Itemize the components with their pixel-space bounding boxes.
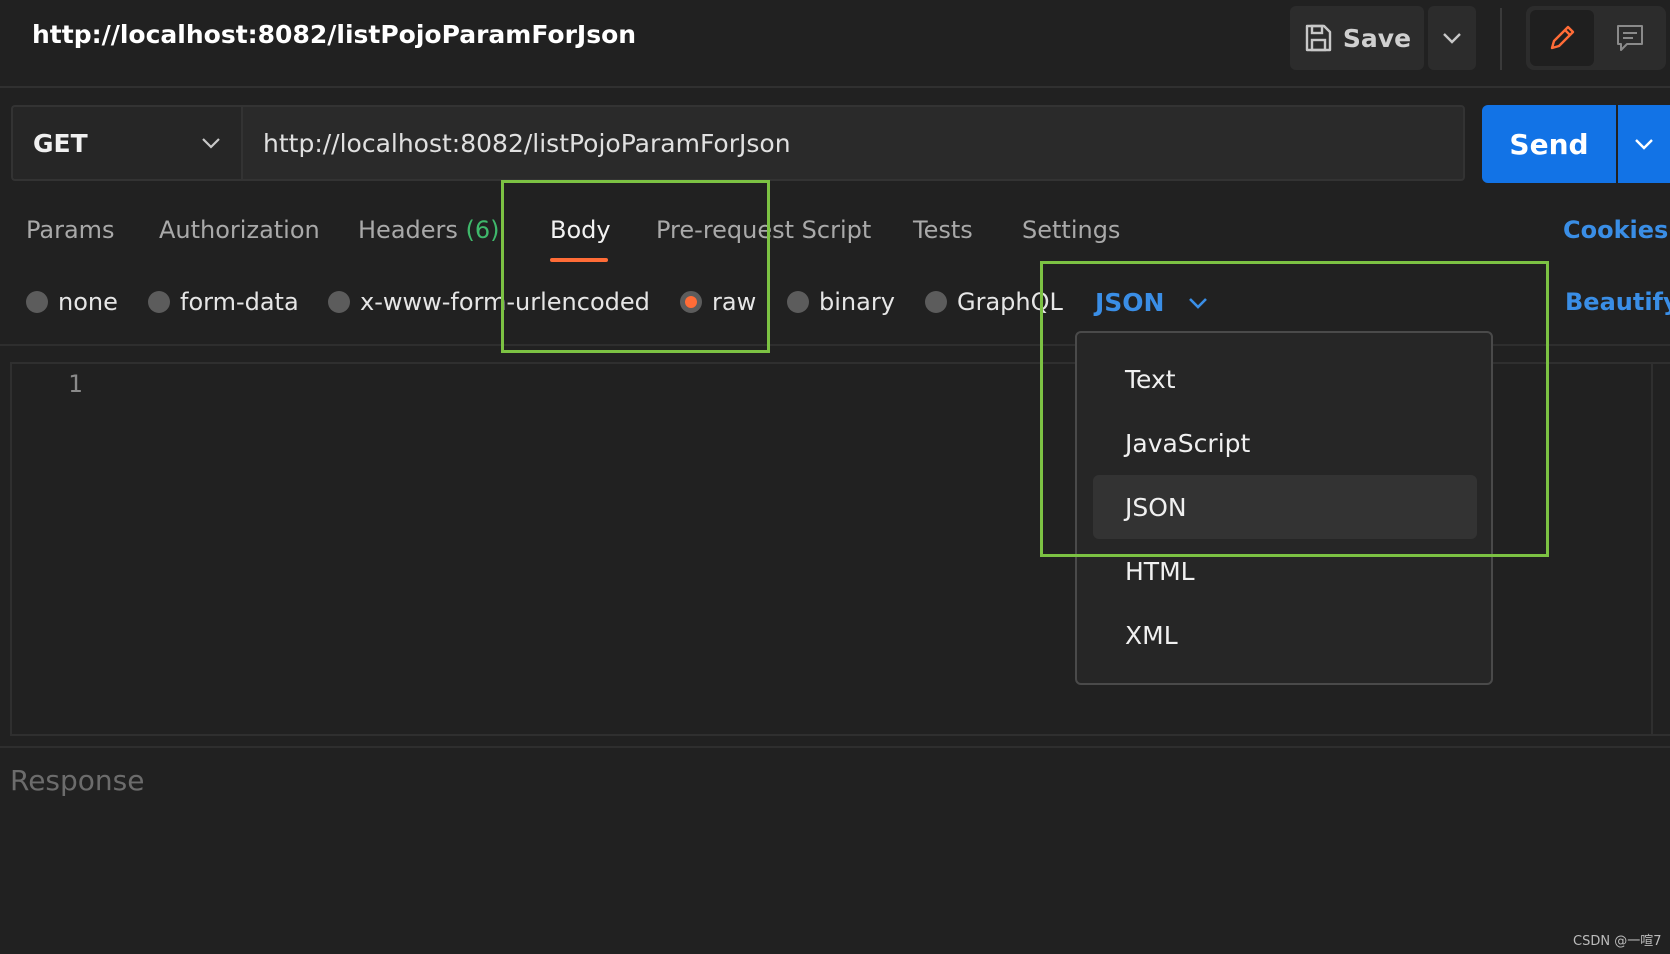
chevron-down-icon (1635, 139, 1653, 150)
method-label: GET (33, 128, 88, 158)
beautify-link[interactable]: Beautify (1565, 288, 1670, 316)
watermark: CSDN @一喧7 (1573, 934, 1662, 949)
annotation-box-json (1040, 261, 1549, 557)
cookies-link[interactable]: Cookies (1563, 216, 1668, 244)
chevron-down-icon (202, 138, 220, 149)
comment-icon (1617, 25, 1643, 51)
tab-authorization[interactable]: Authorization (159, 216, 320, 244)
body-type-none[interactable]: none (26, 288, 118, 316)
url-input[interactable]: http://localhost:8082/listPojoParamForJs… (241, 105, 1465, 181)
tab-tests[interactable]: Tests (913, 216, 973, 244)
radio-button[interactable] (787, 291, 809, 313)
line-number: 1 (68, 370, 83, 398)
body-type-label: none (58, 288, 118, 316)
toolbar-divider (1500, 8, 1502, 70)
edit-mode-button[interactable] (1530, 10, 1594, 66)
tab-params[interactable]: Params (26, 216, 115, 244)
body-type-binary[interactable]: binary (787, 288, 895, 316)
menu-item-xml[interactable]: XML (1093, 603, 1477, 667)
send-button[interactable]: Send (1482, 105, 1616, 183)
url-value: http://localhost:8082/listPojoParamForJs… (263, 128, 791, 158)
body-type-label: binary (819, 288, 895, 316)
send-dropdown-button[interactable] (1618, 105, 1670, 183)
method-select[interactable]: GET (11, 105, 241, 181)
tab-settings[interactable]: Settings (1022, 216, 1120, 244)
response-heading[interactable]: Response (10, 764, 144, 797)
comments-button[interactable] (1600, 10, 1660, 66)
tab-headers-label: Headers (358, 216, 458, 244)
save-dropdown-button[interactable] (1428, 6, 1476, 70)
divider (0, 746, 1670, 748)
save-button[interactable]: Save (1290, 6, 1424, 70)
radio-button[interactable] (925, 291, 947, 313)
body-type-form-data[interactable]: form-data (148, 288, 299, 316)
radio-button[interactable] (148, 291, 170, 313)
chevron-down-icon (1443, 33, 1461, 44)
pencil-icon (1550, 25, 1575, 50)
request-title[interactable]: http://localhost:8082/listPojoParamForJs… (32, 20, 636, 49)
tab-headers[interactable]: Headers (6) (358, 216, 500, 244)
save-label: Save (1342, 23, 1412, 53)
radio-button[interactable] (26, 291, 48, 313)
body-type-label: form-data (180, 288, 299, 316)
headers-count-badge: (6) (465, 216, 500, 244)
save-icon (1305, 24, 1332, 52)
editor-scrollbar[interactable] (1651, 364, 1653, 734)
radio-button[interactable] (328, 291, 350, 313)
annotation-box-body-raw (501, 180, 770, 353)
send-label: Send (1509, 127, 1589, 161)
